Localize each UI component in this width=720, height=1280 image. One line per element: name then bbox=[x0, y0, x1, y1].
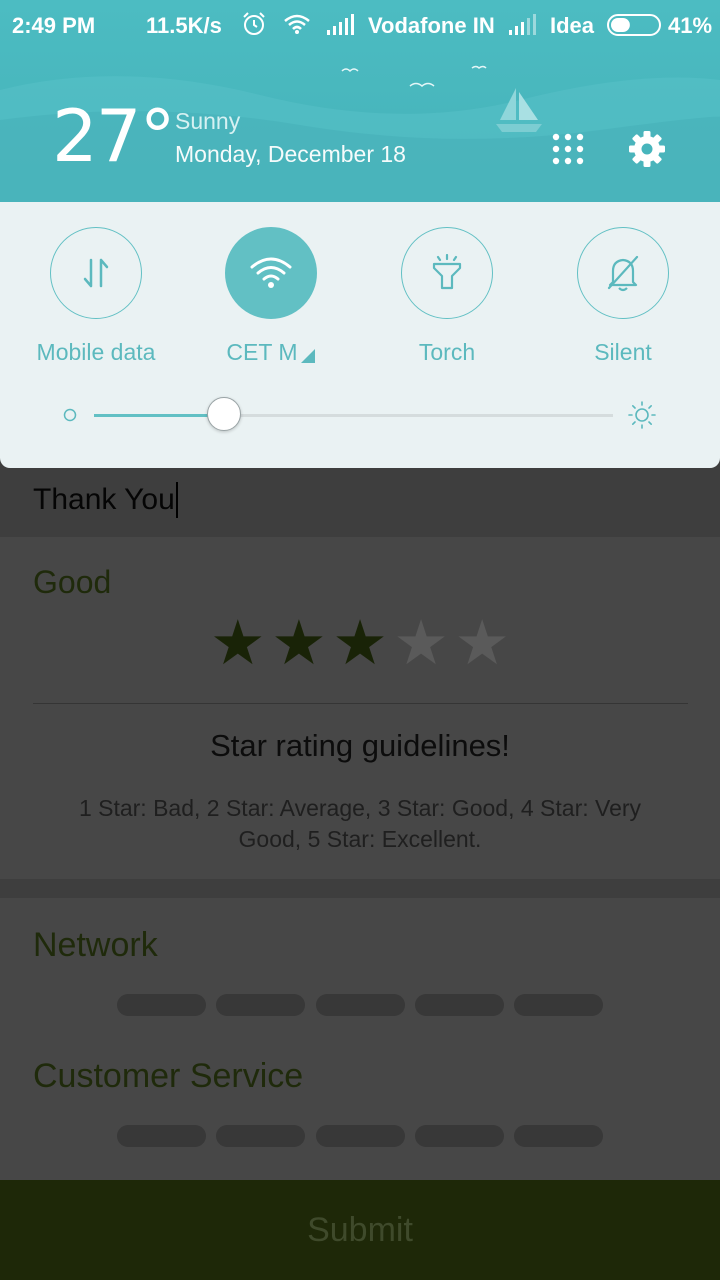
tile-label-wifi: CET M bbox=[226, 339, 298, 365]
brightness-low-icon bbox=[63, 408, 77, 422]
star-icon-5[interactable]: ★ bbox=[454, 610, 510, 676]
silent-toggle[interactable] bbox=[577, 227, 669, 319]
brightness-high-icon bbox=[628, 401, 656, 429]
network-rating-segment[interactable] bbox=[414, 994, 504, 1016]
star-icon-2[interactable]: ★ bbox=[271, 610, 327, 676]
silent-bell-icon bbox=[607, 255, 639, 292]
star-icon-3[interactable]: ★ bbox=[332, 610, 388, 676]
signal-strength-icon bbox=[327, 14, 354, 35]
tile-label-mobile-data: Mobile data bbox=[36, 339, 156, 365]
settings-gear-icon[interactable] bbox=[628, 130, 666, 168]
brightness-slider[interactable] bbox=[0, 392, 720, 438]
status-bar: 2:49 PM 11.5K/s Vodafone IN Idea 41% bbox=[0, 0, 720, 50]
network-rating-segment[interactable] bbox=[514, 994, 603, 1016]
weather-date: Monday, December 18 bbox=[175, 141, 406, 167]
network-rating-bar[interactable] bbox=[117, 994, 603, 1016]
customer-service-rating-segment[interactable] bbox=[216, 1125, 306, 1147]
torch-icon bbox=[432, 254, 462, 290]
divider bbox=[33, 703, 688, 704]
notification-shade-header: 2:49 PM 11.5K/s Vodafone IN Idea 41% 27°… bbox=[0, 0, 720, 202]
dropdown-triangle-icon bbox=[300, 348, 315, 363]
network-label: Network bbox=[33, 926, 158, 964]
weather-condition: Sunny bbox=[175, 108, 241, 134]
wifi-label-wrap[interactable]: CET M bbox=[183, 339, 359, 366]
feedback-text-field[interactable]: Thank You bbox=[33, 482, 178, 518]
customer-service-rating-segment[interactable] bbox=[315, 1125, 405, 1147]
text-cursor bbox=[175, 482, 178, 518]
torch-toggle[interactable] bbox=[401, 227, 493, 319]
carrier-2: Idea bbox=[550, 13, 595, 38]
temperature: 27° bbox=[52, 94, 176, 178]
brightness-fill bbox=[94, 414, 224, 417]
customer-service-rating-segment[interactable] bbox=[514, 1125, 603, 1147]
mobile-data-icon bbox=[83, 258, 109, 288]
feedback-text: Thank You bbox=[33, 483, 175, 516]
wifi-status-icon bbox=[284, 14, 310, 34]
submit-button[interactable]: Submit bbox=[0, 1180, 720, 1280]
customer-service-rating-segment[interactable] bbox=[414, 1125, 504, 1147]
signal-strength-icon-2 bbox=[509, 14, 536, 35]
star-icon-1[interactable]: ★ bbox=[210, 610, 266, 676]
carrier-1: Vodafone IN bbox=[368, 13, 495, 38]
tile-label-silent: Silent bbox=[594, 339, 652, 365]
alarm-icon bbox=[243, 12, 265, 35]
status-time: 2:49 PM bbox=[12, 13, 96, 38]
customer-service-rating-bar[interactable] bbox=[117, 1125, 603, 1147]
tile-silent[interactable]: Silent bbox=[535, 227, 711, 366]
star-icon-4[interactable]: ★ bbox=[393, 610, 449, 676]
quick-settings-panel: Mobile data CET M Torch Silent bbox=[0, 202, 720, 468]
network-rating-segment[interactable] bbox=[315, 994, 405, 1016]
battery-percentage: 41% bbox=[668, 13, 713, 38]
tile-torch[interactable]: Torch bbox=[359, 227, 535, 366]
customer-service-rating-segment[interactable] bbox=[117, 1125, 206, 1147]
network-rating-segment[interactable] bbox=[117, 994, 206, 1016]
battery-icon bbox=[607, 14, 661, 36]
network-speed: 11.5K/s bbox=[146, 13, 222, 38]
customer-service-label: Customer Service bbox=[33, 1057, 304, 1095]
apps-grid-icon[interactable] bbox=[551, 132, 585, 166]
tile-label-torch: Torch bbox=[418, 339, 476, 365]
submit-label: Submit bbox=[307, 1210, 413, 1249]
guidelines-title: Star rating guidelines! bbox=[210, 728, 510, 763]
tile-mobile-data[interactable]: Mobile data bbox=[8, 227, 184, 366]
mobile-data-toggle[interactable] bbox=[50, 227, 142, 319]
star-rating[interactable]: ★ ★ ★ ★ ★ bbox=[210, 610, 510, 676]
tile-wifi[interactable]: CET M bbox=[183, 227, 359, 366]
network-rating-segment[interactable] bbox=[216, 994, 306, 1016]
wifi-icon bbox=[250, 257, 292, 288]
wifi-toggle[interactable] bbox=[225, 227, 317, 319]
guidelines-text: 1 Star: Bad, 2 Star: Average, 3 Star: Go… bbox=[78, 795, 642, 852]
brightness-thumb[interactable] bbox=[206, 397, 241, 431]
rating-label: Good bbox=[33, 564, 112, 600]
